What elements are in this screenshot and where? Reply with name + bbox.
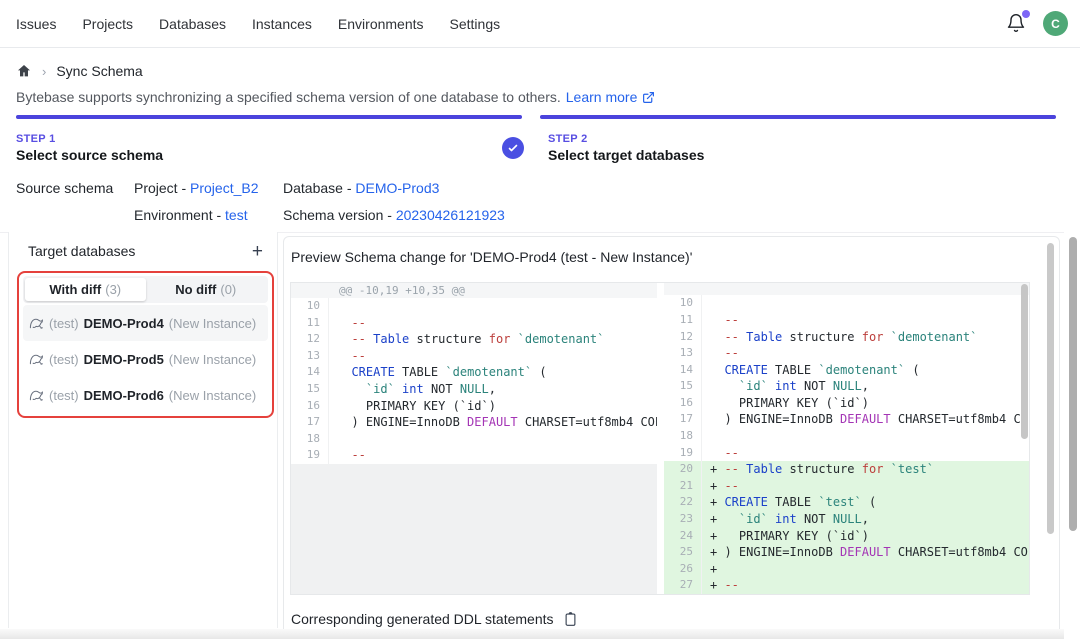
diff-pane-modified: 10 11 --12 -- Table structure for `demot… [664, 283, 1029, 594]
intro-text: Bytebase supports synchronizing a specif… [16, 89, 655, 105]
source-project-field: Project - Project_B2 [134, 180, 259, 196]
diff-line-11: 11 -- [664, 312, 1029, 329]
tab-with-diff[interactable]: With diff(3) [25, 278, 146, 301]
diff-pane-original: @@ -10,19 +10,35 @@ 10 11 --12 -- Table … [291, 283, 657, 594]
source-environment-field: Environment - test [134, 207, 248, 223]
diff-pane-gap [657, 283, 664, 594]
step2-progress-bar [540, 115, 1056, 119]
nav-item-environments[interactable]: Environments [338, 16, 424, 32]
diff-line-17: 17 ) ENGINE=InnoDB DEFAULT CHARSET=utf8m… [291, 414, 657, 431]
source-version-field: Schema version - 20230426121923 [283, 207, 505, 223]
step2-label: STEP 2 [548, 133, 588, 145]
external-link-icon[interactable] [642, 91, 655, 104]
diff-line-14: 14 CREATE TABLE `demotenant` ( [291, 364, 657, 381]
diff-added-line-25: 25+ ) ENGINE=InnoDB DEFAULT CHARSET=utf8… [664, 544, 1029, 561]
tab-no-diff[interactable]: No diff(0) [146, 278, 267, 301]
preview-card-scrollbar[interactable] [1047, 243, 1054, 534]
mysql-dolphin-icon [29, 388, 44, 403]
diff-line-11: 11 -- [291, 315, 657, 332]
target-database-item-demo-prod4[interactable]: (test)DEMO-Prod4(New Instance) [23, 305, 268, 341]
step1-complete-check-icon [502, 137, 524, 159]
nav-item-databases[interactable]: Databases [159, 16, 226, 32]
diff-alignment-filler [291, 464, 657, 594]
top-navigation: Issues Projects Databases Instances Environm… [0, 0, 1080, 48]
add-target-database-button[interactable]: + [252, 242, 263, 261]
database-link[interactable]: DEMO-Prod3 [355, 180, 439, 196]
step1-progress-bar [16, 115, 522, 119]
target-databases-panel: Target databases + With diff(3)No diff(0… [8, 232, 278, 628]
diff-line-12: 12 -- Table structure for `demotenant` [664, 329, 1029, 346]
diff-added-line-26: 26+ [664, 561, 1029, 578]
chevron-right-icon: › [42, 64, 46, 79]
sync-schema-page: Issues Projects Databases Instances Environm… [0, 0, 1080, 639]
diff-line-15: 15 `id` int NOT NULL, [291, 381, 657, 398]
preview-title: Preview Schema change for 'DEMO-Prod4 (t… [291, 249, 692, 265]
mysql-dolphin-icon [29, 316, 44, 331]
step1-label: STEP 1 [16, 133, 56, 145]
target-database-list: (test)DEMO-Prod4(New Instance)(test)DEMO… [23, 305, 268, 413]
avatar[interactable]: C [1043, 11, 1068, 36]
mysql-dolphin-icon [29, 352, 44, 367]
target-list-highlight-box: With diff(3)No diff(0) (test)DEMO-Prod4(… [17, 271, 274, 418]
home-icon[interactable] [16, 63, 32, 79]
step2-title: Select target databases [548, 147, 704, 163]
learn-more-link[interactable]: Learn more [566, 89, 638, 105]
project-link[interactable]: Project_B2 [190, 180, 258, 196]
diff-pane-scrollbar[interactable] [1021, 284, 1028, 439]
diff-added-line-22: 22+ CREATE TABLE `test` ( [664, 494, 1029, 511]
diff-line-10: 10 [291, 298, 657, 315]
diff-line-13: 13 -- [664, 345, 1029, 362]
hunk-header-spacer [664, 283, 1029, 295]
breadcrumb-page-title: Sync Schema [56, 63, 142, 79]
target-databases-title: Target databases [28, 243, 252, 259]
diff-line-10: 10 [664, 295, 1029, 312]
diff-line-19: 19 -- [664, 445, 1029, 462]
window-scrollbar[interactable] [1069, 237, 1077, 531]
diff-line-18: 18 [664, 428, 1029, 445]
nav-item-projects[interactable]: Projects [82, 16, 133, 32]
breadcrumb: › Sync Schema [16, 63, 143, 79]
nav-item-issues[interactable]: Issues [16, 16, 56, 32]
diff-line-14: 14 CREATE TABLE `demotenant` ( [664, 362, 1029, 379]
target-database-item-demo-prod5[interactable]: (test)DEMO-Prod5(New Instance) [23, 341, 268, 377]
diff-added-line-21: 21+ -- [664, 478, 1029, 495]
diff-added-line-20: 20+ -- Table structure for `test` [664, 461, 1029, 478]
diff-line-16: 16 PRIMARY KEY (`id`) [664, 395, 1029, 412]
diff-line-12: 12 -- Table structure for `demotenant` [291, 331, 657, 348]
diff-line-19: 19 -- [291, 447, 657, 464]
diff-line-17: 17 ) ENGINE=InnoDB DEFAULT CHARSET=utf8m… [664, 411, 1029, 428]
next-section-edge [0, 629, 1064, 639]
diff-added-line-24: 24+ PRIMARY KEY (`id`) [664, 528, 1029, 545]
nav-items: Issues Projects Databases Instances Environm… [16, 16, 500, 32]
environment-link[interactable]: test [225, 207, 248, 223]
notification-dot [1022, 10, 1030, 18]
nav-item-settings[interactable]: Settings [450, 16, 501, 32]
source-schema-label: Source schema [16, 180, 113, 196]
diff-added-line-23: 23+ `id` int NOT NULL, [664, 511, 1029, 528]
copy-icon[interactable] [563, 611, 578, 627]
diff-line-16: 16 PRIMARY KEY (`id`) [291, 398, 657, 415]
diff-line-13: 13 -- [291, 348, 657, 365]
ddl-statements-title: Corresponding generated DDL statements [291, 611, 554, 627]
diff-tabbar: With diff(3)No diff(0) [23, 276, 268, 303]
diff-line-18: 18 [291, 431, 657, 448]
notification-bell-icon[interactable] [1006, 13, 1028, 35]
schema-diff-editor[interactable]: @@ -10,19 +10,35 @@ 10 11 --12 -- Table … [290, 282, 1030, 595]
schema-version-link[interactable]: 20230426121923 [396, 207, 505, 223]
target-database-item-demo-prod6[interactable]: (test)DEMO-Prod6(New Instance) [23, 377, 268, 413]
step1-title: Select source schema [16, 147, 163, 163]
preview-card: Preview Schema change for 'DEMO-Prod4 (t… [283, 236, 1060, 639]
hunk-header: @@ -10,19 +10,35 @@ [291, 283, 657, 298]
diff-line-15: 15 `id` int NOT NULL, [664, 378, 1029, 395]
nav-item-instances[interactable]: Instances [252, 16, 312, 32]
source-database-field: Database - DEMO-Prod3 [283, 180, 439, 196]
diff-added-line-27: 27+ -- [664, 577, 1029, 594]
